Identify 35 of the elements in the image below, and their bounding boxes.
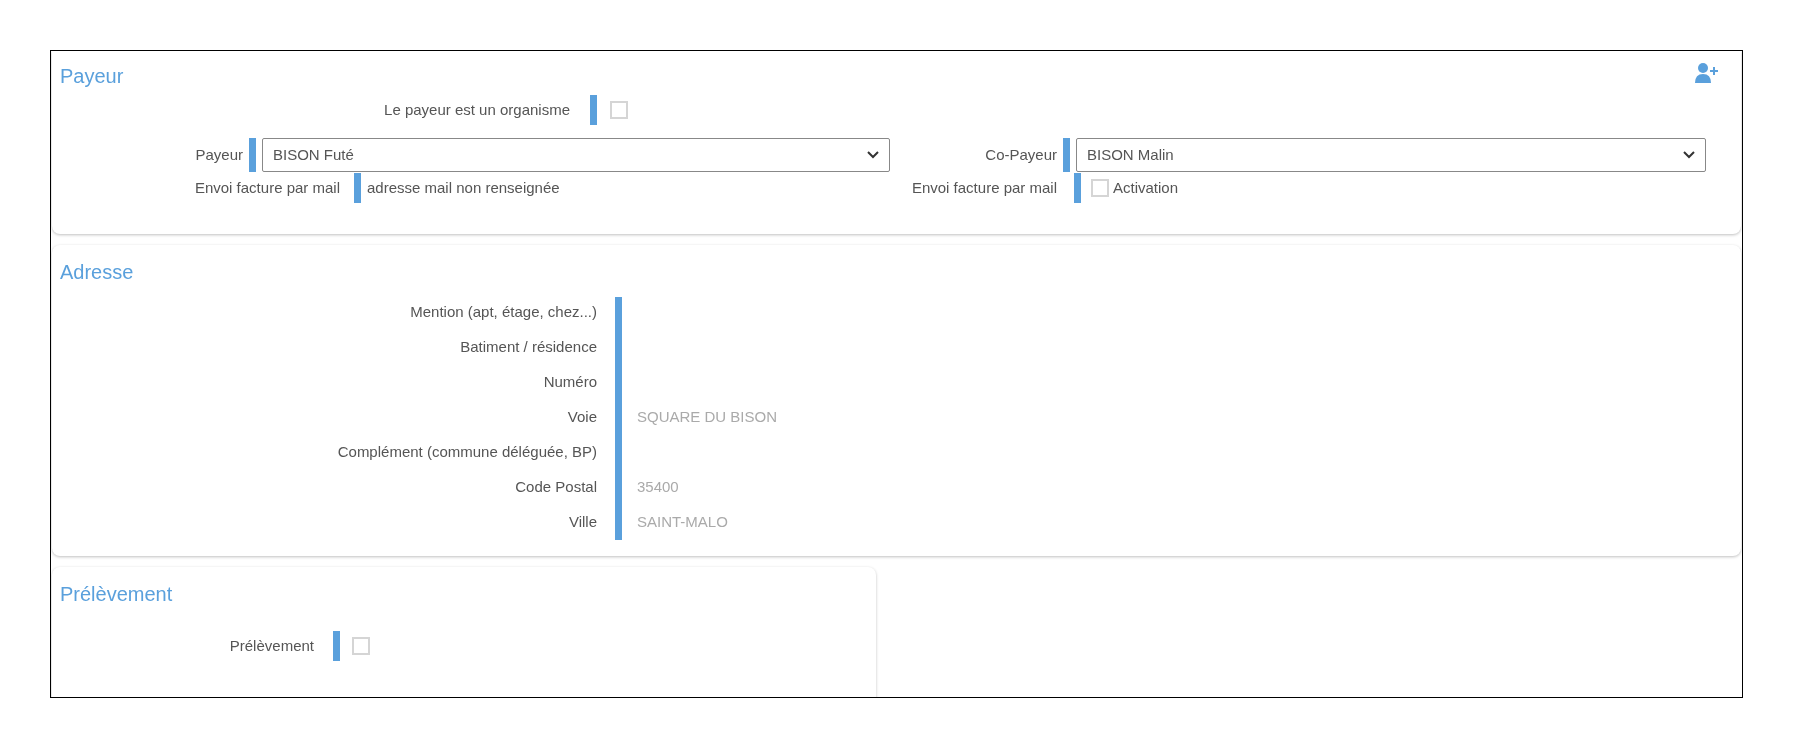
section-title: Prélèvement <box>60 582 174 607</box>
field-marker-bar <box>1074 173 1081 203</box>
field-marker-bar <box>333 631 340 661</box>
section-title: Payeur <box>60 64 124 89</box>
chevron-down-icon <box>1683 151 1695 159</box>
field-value: SQUARE DU BISON <box>637 407 778 428</box>
chevron-down-icon <box>867 151 879 159</box>
add-user-icon[interactable] <box>1695 63 1719 83</box>
payer-select[interactable]: BISON Futé <box>262 138 890 172</box>
section-title: Adresse <box>60 260 135 285</box>
field-label: Prélèvement <box>228 635 314 656</box>
field-label: Batiment / résidence <box>460 337 597 358</box>
field-label: Numéro <box>543 372 597 393</box>
copayer-select[interactable]: BISON Malin <box>1076 138 1706 172</box>
checkbox[interactable] <box>352 637 370 655</box>
field-label: Co-Payeur <box>984 144 1057 165</box>
field-value: SAINT-MALO <box>637 512 728 533</box>
field-marker-bar <box>249 138 256 172</box>
field-label: Complément (commune déléguée, BP) <box>337 442 597 463</box>
field-marker-bar <box>590 95 597 125</box>
field-marker-bar <box>1063 138 1070 172</box>
field-value: adresse mail non renseignée <box>367 177 560 198</box>
checkbox[interactable] <box>610 101 628 119</box>
field-marker-bar <box>354 173 361 203</box>
field-label: Le payeur est un organisme <box>383 99 570 120</box>
checkbox-label: Activation <box>1113 177 1179 198</box>
checkbox[interactable] <box>1091 179 1109 197</box>
field-label: Mention (apt, étage, chez...) <box>410 302 597 323</box>
field-value: 35400 <box>637 477 679 498</box>
field-label: Envoi facture par mail <box>910 177 1057 198</box>
field-label: Envoi facture par mail <box>193 177 340 198</box>
field-label: Voie <box>567 407 597 428</box>
field-label: Ville <box>568 512 597 533</box>
field-label: Code Postal <box>515 477 597 498</box>
field-label: Payeur <box>194 144 243 165</box>
